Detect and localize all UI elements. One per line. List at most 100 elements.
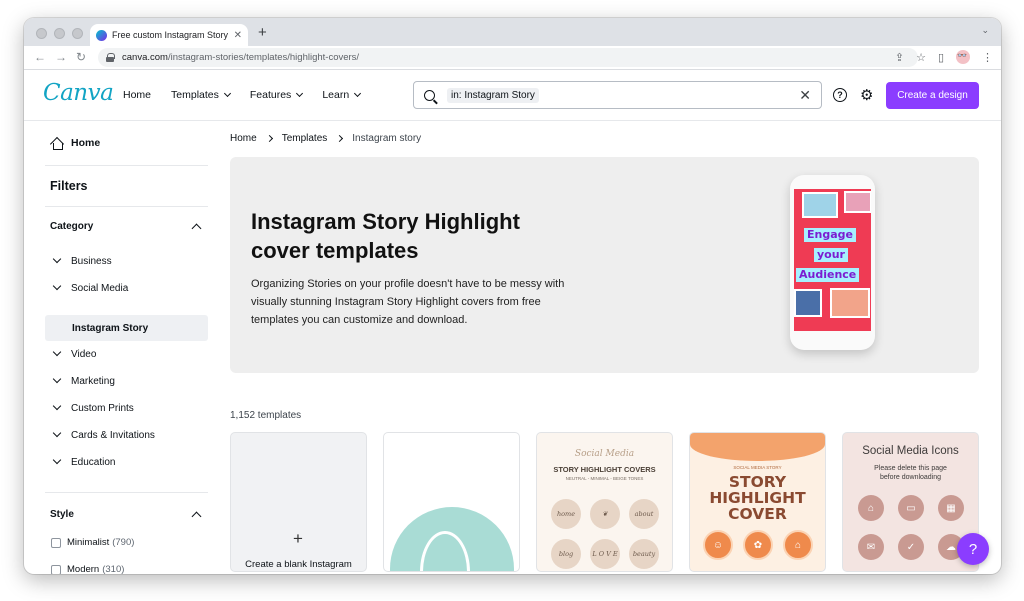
chevron-down-icon [296, 89, 304, 98]
canva-logo[interactable]: Canva [43, 80, 114, 106]
camera-icon: ✿ [743, 530, 773, 560]
chevron-down-icon [52, 281, 62, 291]
category-video[interactable]: Video [50, 341, 208, 367]
bookmark-star-icon[interactable]: ☆ [916, 51, 926, 64]
highlight-circle: blog [551, 539, 581, 569]
nav-home[interactable]: Home [123, 89, 151, 101]
category-heading: Category [50, 221, 94, 232]
card-note: Please delete this page before downloadi… [874, 465, 947, 481]
highlight-circle: home [551, 499, 581, 529]
breadcrumb: Home Templates Instagram story [230, 133, 421, 144]
main-nav: Home Templates Features Learn [123, 89, 362, 101]
style-modern-checkbox[interactable]: Modern (310) [51, 564, 124, 574]
category-business[interactable]: Business [50, 248, 208, 274]
nav-features-label: Features [249, 89, 292, 101]
template-card-leaf[interactable] [383, 432, 520, 572]
page-title: Instagram Story Highlight cover template… [251, 209, 520, 263]
card-subtitle: NEUTRAL - MINIMAL - BEIGE TONES [565, 476, 644, 481]
category-social-media[interactable]: Social Media [50, 275, 208, 301]
card-title: Social Media Icons [862, 445, 959, 457]
clear-search-icon[interactable]: ✕ [799, 87, 811, 104]
hero-description: Organizing Stories on your profile doesn… [251, 278, 565, 326]
reload-icon[interactable]: ↻ [76, 50, 86, 64]
chevron-down-icon [52, 401, 62, 411]
url-path: /instagram-stories/templates/highlight-c… [167, 52, 360, 63]
close-tab-icon[interactable]: ✕ [234, 30, 242, 41]
highlight-circle-leaf-icon: ❦ [590, 499, 620, 529]
category-instagram-story[interactable]: Instagram Story [45, 315, 208, 341]
divider [45, 165, 208, 166]
profile-avatar[interactable] [956, 50, 970, 64]
category-label: Marketing [71, 375, 115, 387]
breadcrumb-templates[interactable]: Templates [282, 133, 328, 144]
collapse-style-chevron-icon[interactable] [191, 511, 202, 522]
share-icon[interactable]: ⇪ [895, 51, 904, 64]
sidebar-home-link[interactable]: Home [51, 137, 100, 150]
checkbox-box[interactable] [51, 537, 61, 548]
tab-search-chevron-icon[interactable]: ⌄ [981, 25, 989, 36]
hero-banner: Instagram Story Highlight cover template… [230, 157, 979, 373]
nav-templates[interactable]: Templates [171, 89, 231, 101]
nav-learn[interactable]: Learn [322, 89, 362, 101]
photo-thumbnail [844, 191, 871, 213]
photo-thumbnail [794, 289, 822, 317]
nav-home-label: Home [123, 89, 152, 101]
browser-tab[interactable]: Free custom Instagram Story H ✕ [90, 24, 248, 46]
canva-favicon-icon [96, 29, 107, 41]
chevron-down-icon [52, 455, 62, 465]
category-custom-prints[interactable]: Custom Prints [50, 395, 208, 421]
chevron-down-icon [52, 428, 62, 438]
settings-gear-icon[interactable]: ⚙ [860, 86, 873, 104]
url-field[interactable]: canva.com/instagram-stories/templates/hi… [98, 48, 918, 67]
back-arrow-icon[interactable]: ← [34, 50, 46, 64]
help-fab-button[interactable]: ? [957, 533, 989, 565]
chevron-down-icon [354, 89, 362, 98]
category-marketing[interactable]: Marketing [50, 368, 208, 394]
sidebar: Home Filters Category Business Social Me… [45, 122, 208, 574]
highlight-circle: L O V E [590, 539, 620, 569]
phone-word-audience: Audience [796, 268, 860, 282]
help-icon[interactable]: ? [833, 88, 847, 102]
breadcrumb-home[interactable]: Home [230, 133, 257, 144]
collapse-category-chevron-icon[interactable] [191, 223, 202, 234]
house-icon: ⌂ [783, 530, 813, 560]
template-card-orange[interactable]: SOCIAL MEDIA STORY STORY HIGHLIGHT COVER… [689, 432, 826, 572]
minimize-window-button[interactable] [54, 28, 65, 39]
divider [45, 206, 208, 207]
menu-kebab-icon[interactable]: ⋮ [982, 51, 993, 64]
checkbox-label: Modern [67, 564, 100, 574]
search-scope-chip[interactable]: in: Instagram Story [447, 87, 539, 103]
create-blank-label: Create a blank Instagram [245, 559, 352, 570]
nav-features[interactable]: Features [249, 89, 304, 101]
tab-title: Free custom Instagram Story H [112, 30, 230, 40]
divider [45, 492, 208, 493]
card-title: STORY HIGHLIGHT COVERS [553, 465, 656, 474]
monitor-icon: ▭ [898, 495, 924, 521]
category-cards-invitations[interactable]: Cards & Invitations [50, 422, 208, 448]
template-card-beige[interactable]: Social Media STORY HIGHLIGHT COVERS NEUT… [536, 432, 673, 572]
big-title-line: HIGHLIGHT [709, 489, 806, 507]
checkbox-box[interactable] [51, 564, 61, 574]
nav-learn-label: Learn [322, 89, 350, 101]
chevron-down-icon [52, 347, 62, 357]
style-minimalist-checkbox[interactable]: Minimalist (790) [51, 537, 134, 548]
browser-toolbar-icons: ⇪ ☆ ▯ ⋮ [895, 50, 993, 64]
nav-templates-label: Templates [171, 89, 219, 101]
site-header: Canva Home Templates Features Learn in: … [24, 71, 1001, 121]
filters-heading: Filters [50, 179, 88, 193]
category-education[interactable]: Education [50, 449, 208, 475]
new-tab-button[interactable]: + [258, 24, 267, 41]
create-design-button[interactable]: Create a design [886, 82, 979, 109]
category-label: Video [71, 348, 97, 360]
checkbox-count: (790) [112, 537, 135, 548]
phone-screen: Engage your Audience [794, 189, 871, 331]
sidepanel-icon[interactable]: ▯ [938, 51, 944, 64]
zoom-window-button[interactable] [72, 28, 83, 39]
big-title-line: COVER [728, 505, 787, 523]
templates-count: 1,152 templates [230, 410, 302, 421]
photo-thumbnail [802, 192, 838, 218]
forward-arrow-icon[interactable]: → [55, 50, 67, 64]
close-window-button[interactable] [36, 28, 47, 39]
create-blank-card[interactable]: + Create a blank Instagram [230, 432, 367, 572]
search-input[interactable]: in: Instagram Story ✕ [413, 81, 822, 109]
